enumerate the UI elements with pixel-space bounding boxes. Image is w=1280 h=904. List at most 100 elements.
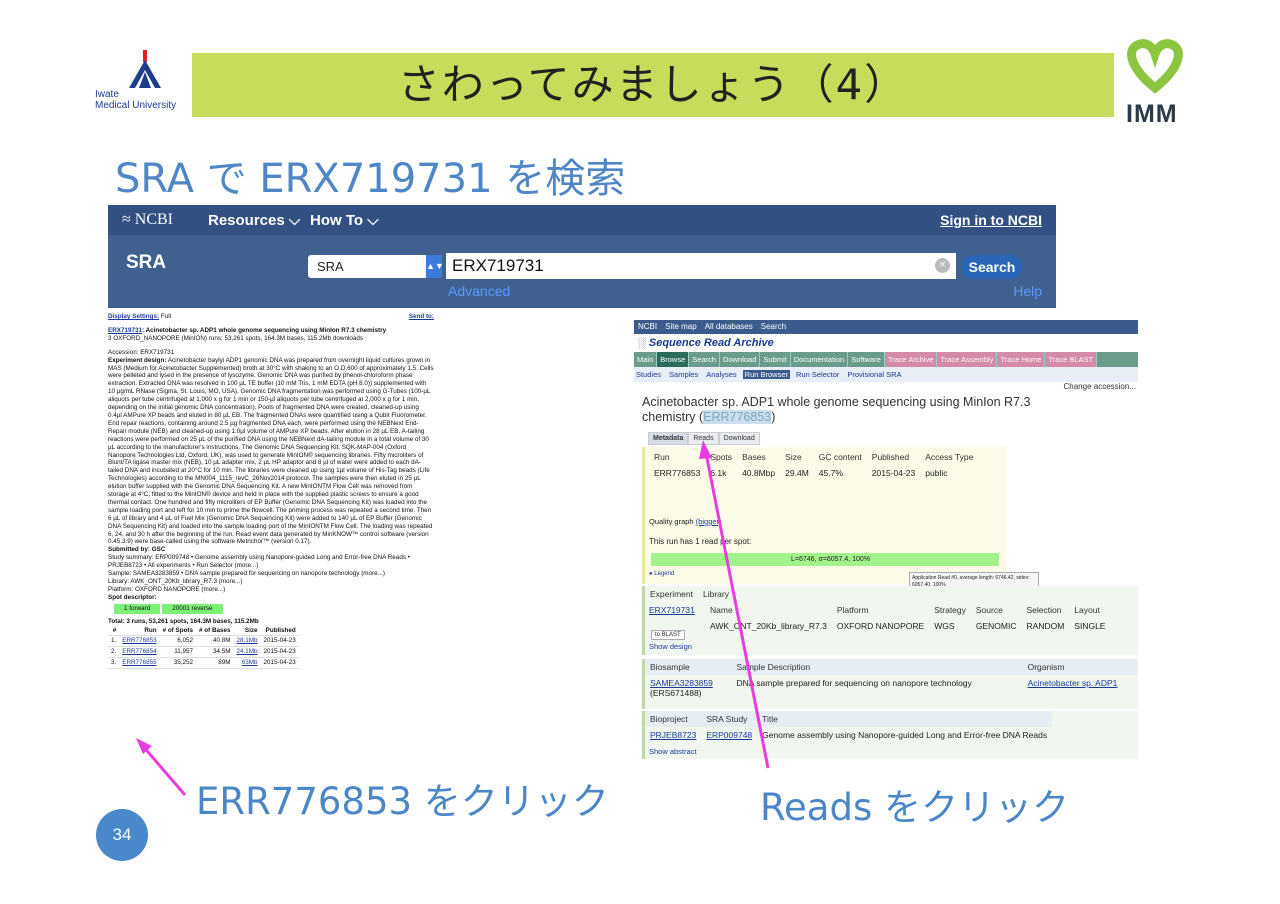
ncbi-logo-text: NCBI [134,211,174,228]
size-link[interactable]: 24.1Mb [233,646,261,659]
table-cell: 40.8M [196,635,234,648]
experiment-id-link[interactable]: ERX719731 [108,327,142,334]
help-link[interactable]: Help [1013,283,1042,299]
ncbi-logo[interactable]: ≈ NCBI [122,211,173,229]
iwate-logo: Iwate Medical University [95,48,185,118]
subtab-provisional-sra[interactable]: Provisional SRA [845,370,903,379]
experiment-title: : Acinetobacter sp. ADP1 whole genome se… [141,326,387,334]
top-link[interactable]: Search [761,322,786,331]
run-header-cell: GC content [818,452,862,462]
bigger-link[interactable]: (bigger) [696,517,722,526]
tab-trace-blast[interactable]: Trace BLAST [1045,352,1098,367]
run-link[interactable]: ERR776854 [119,646,160,659]
main-tabs: Main Browse Search Download Submit Documentat… [634,352,1138,367]
top-link[interactable]: Site map [665,322,697,331]
show-design-link[interactable]: Show design [649,642,692,651]
sra-title-text: Sequence Read Archive [648,337,774,349]
spot-pos1: 1 [124,604,128,612]
legend-link[interactable]: ● Legend [649,571,674,577]
experiment-section: Experiment Library ERX719731 to BLAST Nam… [642,586,1138,655]
spot-descriptor-label: Spot descriptor: [108,593,157,601]
tab-trace-archive[interactable]: Trace Archive [884,352,938,367]
size-link[interactable]: 28.1Mb [233,635,261,648]
study-summary: Study summary: ERP009748 • Genome assemb… [108,554,410,570]
show-abstract-link[interactable]: Show abstract [649,747,697,756]
tab-search[interactable]: Search [689,352,721,367]
run-cell: public [925,468,948,478]
send-to-link[interactable]: Send to: [409,313,434,321]
library-header-cell: Layout [1074,605,1100,615]
tab-metadata[interactable]: Metadata [648,432,689,445]
howto-label: How To [310,212,364,229]
subtab-run-selector[interactable]: Run Selector [794,370,841,379]
exp-header-experiment: Experiment [650,589,693,599]
runs-header-cell: # of Bases [196,625,234,637]
project-title: Genome assembly using Nanopore-guided Lo… [762,730,1048,740]
title-bar: さわってみましょう（4） [192,53,1114,117]
display-settings-link[interactable]: Display Settings: [108,313,159,320]
tab-browse[interactable]: Browse [657,352,690,367]
resources-menu[interactable]: Resources ⌵ [208,212,300,229]
runs-header-row: # Run # of Spots # of Bases Size Published [108,625,299,637]
sample-description: DNA sample prepared for sequencing on na… [736,678,972,688]
run-header-cell: Access Type [925,452,974,462]
clear-icon[interactable]: × [935,258,950,273]
search-input[interactable]: ERX719731 × [446,253,956,279]
logo-line1: Iwate [95,89,119,100]
subtab-run-browser[interactable]: Run Browser [742,370,791,379]
tab-download[interactable]: Download [720,352,761,367]
submitted-by: Submitted by: GSC [108,546,166,554]
logo-line2: Medical University [95,100,177,111]
run-header-cell: Spots [710,452,733,462]
heart-ribbon-icon [1127,39,1183,94]
ncbi-mini-logo[interactable]: NCBI [638,322,657,331]
to-blast-button[interactable]: to BLAST [651,630,685,640]
change-accession-link[interactable]: Change accession... [1064,382,1137,391]
library-header: Name Platform Strategy Source Selection Layou… [705,602,1110,618]
run-table: Run Spots Bases Size GC content Published Acce… [649,449,978,481]
chevron-down-icon: ⌵ [367,212,379,229]
tab-submit[interactable]: Submit [760,352,791,367]
signin-link[interactable]: Sign in to NCBI [940,212,1042,228]
runs-table: # Run # of Spots # of Bases Size Published 1.… [108,625,299,670]
run-table-header: Run Spots Bases Size GC content Published Acce… [649,449,978,465]
search-button[interactable]: Search [962,255,1022,279]
database-select[interactable]: SRA ▲▼ [308,255,444,278]
table-cell: 11,957 [159,646,197,659]
subtab-studies[interactable]: Studies [634,370,663,379]
tab-software[interactable]: Software [848,352,885,367]
table-row: 3. ERR776855 35,252 89M 63Mb 2015-04-23 [108,657,299,670]
run-cell: 6.1k [710,468,727,478]
size-link[interactable]: 63Mb [233,657,261,670]
spot-descriptor: 1 forward 20001 reverse [114,603,434,614]
subtab-samples[interactable]: Samples [667,370,700,379]
library-cell: AWK_ONT_20Kb_library_R7.3 [710,621,827,631]
imm-label: IMM [1126,100,1178,128]
run-link[interactable]: ERR776855 [119,657,160,670]
organism-link[interactable]: Acinetobacter sp. ADP1 [1023,675,1138,701]
top-link[interactable]: All databases [705,322,753,331]
table-row: 2. ERR776854 11,957 34.5M 24.1Mb 2015-04-23 [108,646,299,659]
sample-line: Sample: SAMEA3283859 • DNA sample prepar… [108,570,385,578]
advanced-link[interactable]: Advanced [448,283,510,299]
tab-reads[interactable]: Reads [688,432,719,445]
library-table: Name Platform Strategy Source Selection Layou… [705,602,1110,634]
bioproject-link[interactable]: PRJEB8723 [645,727,701,743]
reads-per-spot: This run has 1 read per spot: [649,537,752,546]
tab-documentation[interactable]: Documentation [791,352,849,367]
proj-header-bioproject: Bioproject [650,714,688,724]
search-input-value: ERX719731 [452,256,544,275]
db-name: SRA [126,252,167,273]
tab-trace-home[interactable]: Trace Home [997,352,1046,367]
run-link[interactable]: ERR776853 [119,635,160,648]
tab-download[interactable]: Download [718,432,760,445]
howto-menu[interactable]: How To ⌵ [310,212,379,229]
tab-main[interactable]: Main [634,352,658,367]
study-link[interactable]: ERP009748 [701,727,757,743]
subtab-analyses[interactable]: Analyses [704,370,738,379]
tab-trace-assembly[interactable]: Trace Assembly [937,352,998,367]
biosample-link[interactable]: SAMEA3283859 [650,678,713,688]
table-cell: 3. [108,657,120,670]
quality-graph: Quality graph (bigger) [649,517,722,526]
experiment-link[interactable]: ERX719731 [649,605,695,615]
